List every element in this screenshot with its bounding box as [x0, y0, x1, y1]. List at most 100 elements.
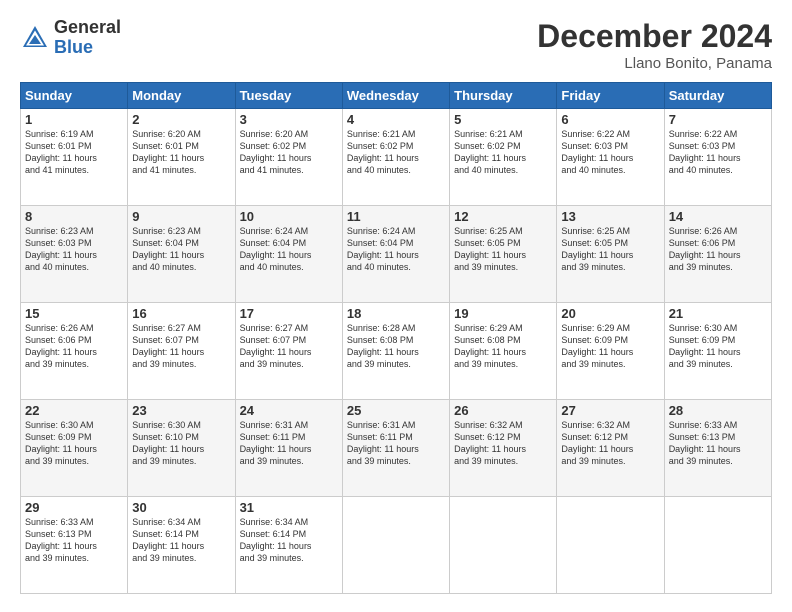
day-info: Sunrise: 6:23 AM Sunset: 6:03 PM Dayligh… — [25, 225, 123, 274]
calendar-cell-3-3: 25Sunrise: 6:31 AM Sunset: 6:11 PM Dayli… — [342, 400, 449, 497]
calendar-cell-2-1: 16Sunrise: 6:27 AM Sunset: 6:07 PM Dayli… — [128, 303, 235, 400]
calendar-cell-4-3 — [342, 497, 449, 594]
week-row-4: 22Sunrise: 6:30 AM Sunset: 6:09 PM Dayli… — [21, 400, 772, 497]
header: General Blue December 2024 Llano Bonito,… — [20, 18, 772, 72]
subtitle: Llano Bonito, Panama — [537, 55, 772, 72]
day-number: 26 — [454, 403, 552, 418]
week-row-5: 29Sunrise: 6:33 AM Sunset: 6:13 PM Dayli… — [21, 497, 772, 594]
day-info: Sunrise: 6:32 AM Sunset: 6:12 PM Dayligh… — [561, 419, 659, 468]
day-number: 21 — [669, 306, 767, 321]
logo-text: General Blue — [54, 18, 121, 58]
calendar-cell-2-6: 21Sunrise: 6:30 AM Sunset: 6:09 PM Dayli… — [664, 303, 771, 400]
day-number: 24 — [240, 403, 338, 418]
day-number: 8 — [25, 209, 123, 224]
day-info: Sunrise: 6:30 AM Sunset: 6:09 PM Dayligh… — [669, 322, 767, 371]
calendar-cell-0-4: 5Sunrise: 6:21 AM Sunset: 6:02 PM Daylig… — [450, 109, 557, 206]
page: General Blue December 2024 Llano Bonito,… — [0, 0, 792, 612]
calendar-cell-0-2: 3Sunrise: 6:20 AM Sunset: 6:02 PM Daylig… — [235, 109, 342, 206]
header-sunday: Sunday — [21, 83, 128, 109]
day-number: 12 — [454, 209, 552, 224]
day-info: Sunrise: 6:24 AM Sunset: 6:04 PM Dayligh… — [347, 225, 445, 274]
header-saturday: Saturday — [664, 83, 771, 109]
calendar-cell-1-4: 12Sunrise: 6:25 AM Sunset: 6:05 PM Dayli… — [450, 206, 557, 303]
calendar-cell-3-1: 23Sunrise: 6:30 AM Sunset: 6:10 PM Dayli… — [128, 400, 235, 497]
header-wednesday: Wednesday — [342, 83, 449, 109]
day-info: Sunrise: 6:29 AM Sunset: 6:08 PM Dayligh… — [454, 322, 552, 371]
day-info: Sunrise: 6:29 AM Sunset: 6:09 PM Dayligh… — [561, 322, 659, 371]
calendar-cell-2-5: 20Sunrise: 6:29 AM Sunset: 6:09 PM Dayli… — [557, 303, 664, 400]
day-number: 9 — [132, 209, 230, 224]
calendar-header: Sunday Monday Tuesday Wednesday Thursday… — [21, 83, 772, 109]
calendar-cell-0-6: 7Sunrise: 6:22 AM Sunset: 6:03 PM Daylig… — [664, 109, 771, 206]
day-info: Sunrise: 6:22 AM Sunset: 6:03 PM Dayligh… — [561, 128, 659, 177]
day-info: Sunrise: 6:20 AM Sunset: 6:01 PM Dayligh… — [132, 128, 230, 177]
logo-general-text: General — [54, 18, 121, 38]
day-number: 30 — [132, 500, 230, 515]
day-number: 28 — [669, 403, 767, 418]
day-info: Sunrise: 6:20 AM Sunset: 6:02 PM Dayligh… — [240, 128, 338, 177]
week-row-2: 8Sunrise: 6:23 AM Sunset: 6:03 PM Daylig… — [21, 206, 772, 303]
calendar-body: 1Sunrise: 6:19 AM Sunset: 6:01 PM Daylig… — [21, 109, 772, 594]
calendar-cell-3-2: 24Sunrise: 6:31 AM Sunset: 6:11 PM Dayli… — [235, 400, 342, 497]
calendar-cell-1-0: 8Sunrise: 6:23 AM Sunset: 6:03 PM Daylig… — [21, 206, 128, 303]
calendar-cell-0-3: 4Sunrise: 6:21 AM Sunset: 6:02 PM Daylig… — [342, 109, 449, 206]
calendar-cell-2-4: 19Sunrise: 6:29 AM Sunset: 6:08 PM Dayli… — [450, 303, 557, 400]
day-number: 18 — [347, 306, 445, 321]
logo-icon — [20, 23, 50, 53]
calendar-cell-4-0: 29Sunrise: 6:33 AM Sunset: 6:13 PM Dayli… — [21, 497, 128, 594]
day-number: 31 — [240, 500, 338, 515]
day-number: 15 — [25, 306, 123, 321]
day-info: Sunrise: 6:25 AM Sunset: 6:05 PM Dayligh… — [454, 225, 552, 274]
day-number: 10 — [240, 209, 338, 224]
day-info: Sunrise: 6:23 AM Sunset: 6:04 PM Dayligh… — [132, 225, 230, 274]
day-number: 13 — [561, 209, 659, 224]
day-info: Sunrise: 6:22 AM Sunset: 6:03 PM Dayligh… — [669, 128, 767, 177]
logo-blue-text: Blue — [54, 38, 121, 58]
title-block: December 2024 Llano Bonito, Panama — [537, 18, 772, 72]
day-info: Sunrise: 6:21 AM Sunset: 6:02 PM Dayligh… — [347, 128, 445, 177]
calendar-cell-3-0: 22Sunrise: 6:30 AM Sunset: 6:09 PM Dayli… — [21, 400, 128, 497]
calendar-cell-0-0: 1Sunrise: 6:19 AM Sunset: 6:01 PM Daylig… — [21, 109, 128, 206]
main-title: December 2024 — [537, 18, 772, 55]
day-header-row: Sunday Monday Tuesday Wednesday Thursday… — [21, 83, 772, 109]
header-tuesday: Tuesday — [235, 83, 342, 109]
day-number: 7 — [669, 112, 767, 127]
day-info: Sunrise: 6:30 AM Sunset: 6:10 PM Dayligh… — [132, 419, 230, 468]
calendar-cell-1-6: 14Sunrise: 6:26 AM Sunset: 6:06 PM Dayli… — [664, 206, 771, 303]
day-info: Sunrise: 6:33 AM Sunset: 6:13 PM Dayligh… — [669, 419, 767, 468]
week-row-3: 15Sunrise: 6:26 AM Sunset: 6:06 PM Dayli… — [21, 303, 772, 400]
day-info: Sunrise: 6:21 AM Sunset: 6:02 PM Dayligh… — [454, 128, 552, 177]
calendar-cell-4-1: 30Sunrise: 6:34 AM Sunset: 6:14 PM Dayli… — [128, 497, 235, 594]
day-number: 3 — [240, 112, 338, 127]
day-number: 14 — [669, 209, 767, 224]
day-info: Sunrise: 6:31 AM Sunset: 6:11 PM Dayligh… — [240, 419, 338, 468]
day-number: 11 — [347, 209, 445, 224]
calendar-cell-1-5: 13Sunrise: 6:25 AM Sunset: 6:05 PM Dayli… — [557, 206, 664, 303]
calendar-table: Sunday Monday Tuesday Wednesday Thursday… — [20, 82, 772, 594]
calendar-cell-3-6: 28Sunrise: 6:33 AM Sunset: 6:13 PM Dayli… — [664, 400, 771, 497]
day-number: 6 — [561, 112, 659, 127]
calendar-cell-0-5: 6Sunrise: 6:22 AM Sunset: 6:03 PM Daylig… — [557, 109, 664, 206]
header-friday: Friday — [557, 83, 664, 109]
calendar-cell-1-3: 11Sunrise: 6:24 AM Sunset: 6:04 PM Dayli… — [342, 206, 449, 303]
calendar-cell-0-1: 2Sunrise: 6:20 AM Sunset: 6:01 PM Daylig… — [128, 109, 235, 206]
logo: General Blue — [20, 18, 121, 58]
calendar-cell-2-0: 15Sunrise: 6:26 AM Sunset: 6:06 PM Dayli… — [21, 303, 128, 400]
calendar-cell-1-1: 9Sunrise: 6:23 AM Sunset: 6:04 PM Daylig… — [128, 206, 235, 303]
day-info: Sunrise: 6:32 AM Sunset: 6:12 PM Dayligh… — [454, 419, 552, 468]
day-info: Sunrise: 6:19 AM Sunset: 6:01 PM Dayligh… — [25, 128, 123, 177]
day-number: 22 — [25, 403, 123, 418]
header-thursday: Thursday — [450, 83, 557, 109]
day-info: Sunrise: 6:30 AM Sunset: 6:09 PM Dayligh… — [25, 419, 123, 468]
day-number: 27 — [561, 403, 659, 418]
calendar-cell-2-3: 18Sunrise: 6:28 AM Sunset: 6:08 PM Dayli… — [342, 303, 449, 400]
day-number: 4 — [347, 112, 445, 127]
day-info: Sunrise: 6:27 AM Sunset: 6:07 PM Dayligh… — [240, 322, 338, 371]
day-number: 2 — [132, 112, 230, 127]
day-info: Sunrise: 6:26 AM Sunset: 6:06 PM Dayligh… — [669, 225, 767, 274]
calendar-cell-3-5: 27Sunrise: 6:32 AM Sunset: 6:12 PM Dayli… — [557, 400, 664, 497]
day-number: 17 — [240, 306, 338, 321]
week-row-1: 1Sunrise: 6:19 AM Sunset: 6:01 PM Daylig… — [21, 109, 772, 206]
day-info: Sunrise: 6:26 AM Sunset: 6:06 PM Dayligh… — [25, 322, 123, 371]
day-info: Sunrise: 6:28 AM Sunset: 6:08 PM Dayligh… — [347, 322, 445, 371]
